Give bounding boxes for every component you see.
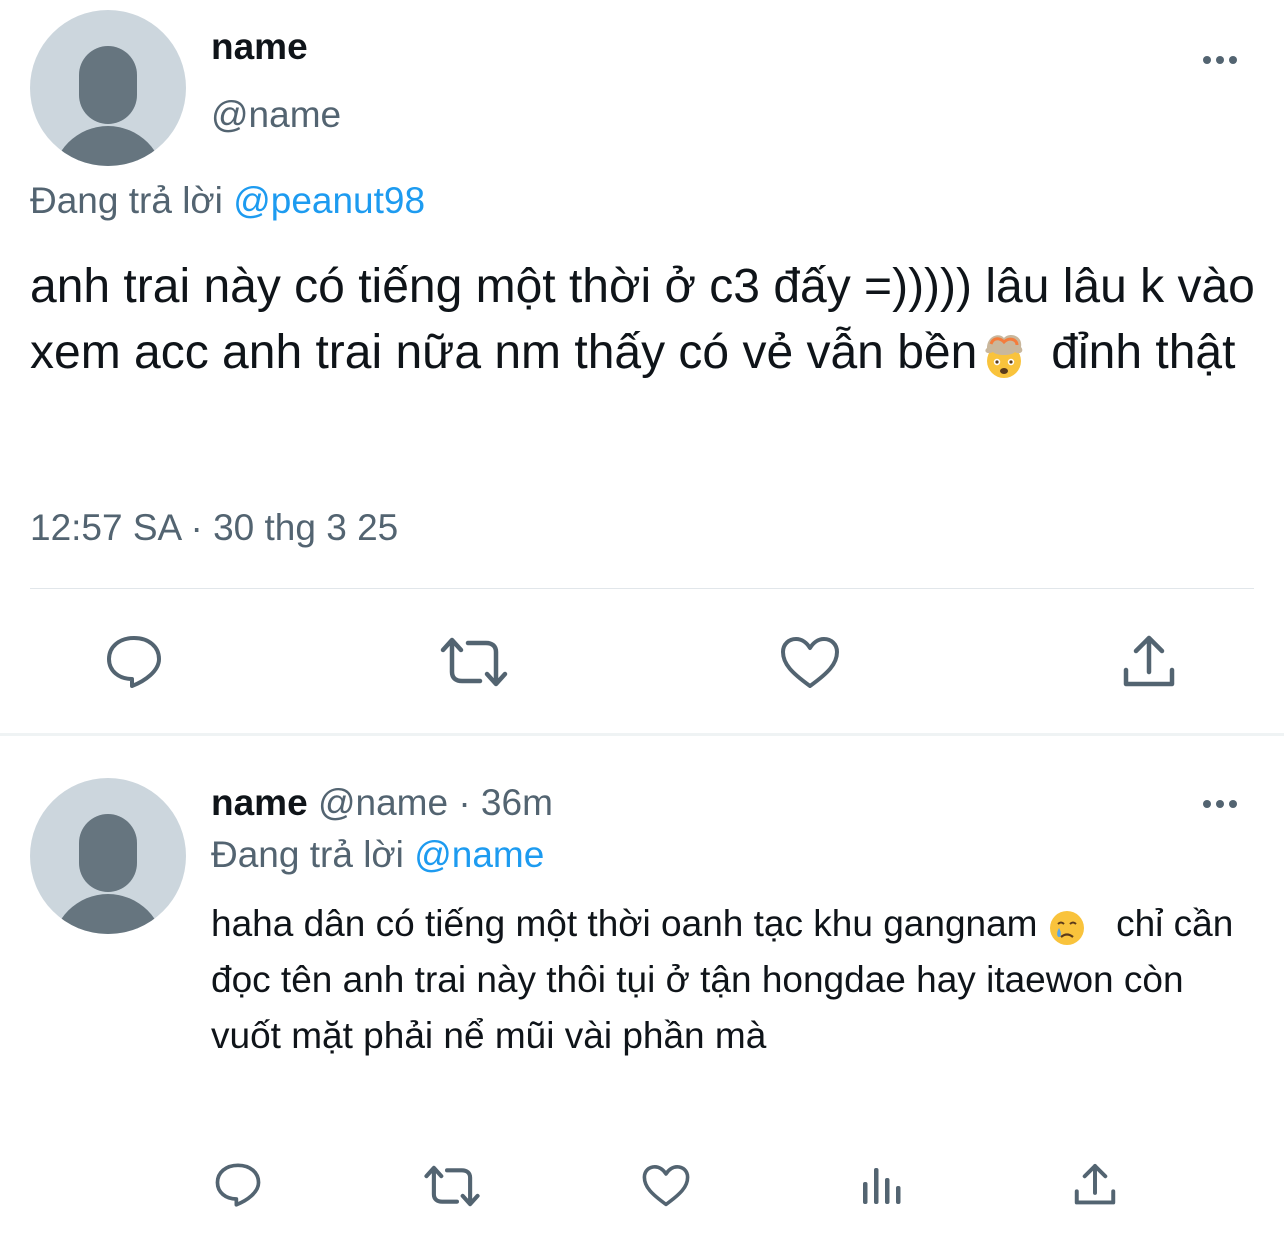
reply-icon[interactable] [214,1162,262,1208]
share-icon[interactable] [1072,1162,1118,1208]
avatar[interactable] [30,10,186,166]
replying-mention-link[interactable]: @name [414,834,544,875]
avatar[interactable] [30,778,186,934]
reply-tweet[interactable]: name @name · 36m Đang trả lời @name haha… [0,736,1284,1233]
like-icon[interactable] [642,1164,690,1208]
tweet-text-part2: đỉnh thật [1051,326,1236,379]
replying-mention-link[interactable]: @peanut98 [233,180,425,221]
analytics-icon[interactable] [860,1164,904,1208]
retweet-icon[interactable] [424,1164,480,1208]
share-icon[interactable] [1120,634,1178,690]
reply-header: name @name · 36m [211,782,553,824]
author-name[interactable]: name [211,26,308,68]
like-icon[interactable] [780,636,840,690]
timestamp[interactable]: 12:57 SA · 30 thg 3 25 [30,507,398,549]
retweet-icon[interactable] [440,636,508,688]
author-name[interactable]: name [211,782,308,823]
author-meta[interactable]: @name · 36m [318,782,553,823]
exploding-head-emoji [979,330,1029,380]
more-options-icon[interactable] [1198,794,1242,814]
crying-face-emoji [1048,907,1086,946]
replying-prefix: Đang trả lời [211,834,404,875]
tweet-text: haha dân có tiếng một thời oanh tạc khu … [211,896,1261,1064]
divider [30,588,1254,589]
replying-to-line: Đang trả lời @peanut98 [30,180,425,222]
more-options-icon[interactable] [1198,50,1242,70]
author-handle[interactable]: @name [211,94,341,136]
main-tweet: name @name Đang trả lời @peanut98 anh tr… [0,0,1284,735]
reply-icon[interactable] [105,634,163,690]
tweet-text-part1: haha dân có tiếng một thời oanh tạc khu … [211,903,1038,944]
replying-prefix: Đang trả lời [30,180,223,221]
replying-to-line: Đang trả lời @name [211,834,544,876]
tweet-text: anh trai này có tiếng một thời ở c3 đấy … [30,254,1275,386]
